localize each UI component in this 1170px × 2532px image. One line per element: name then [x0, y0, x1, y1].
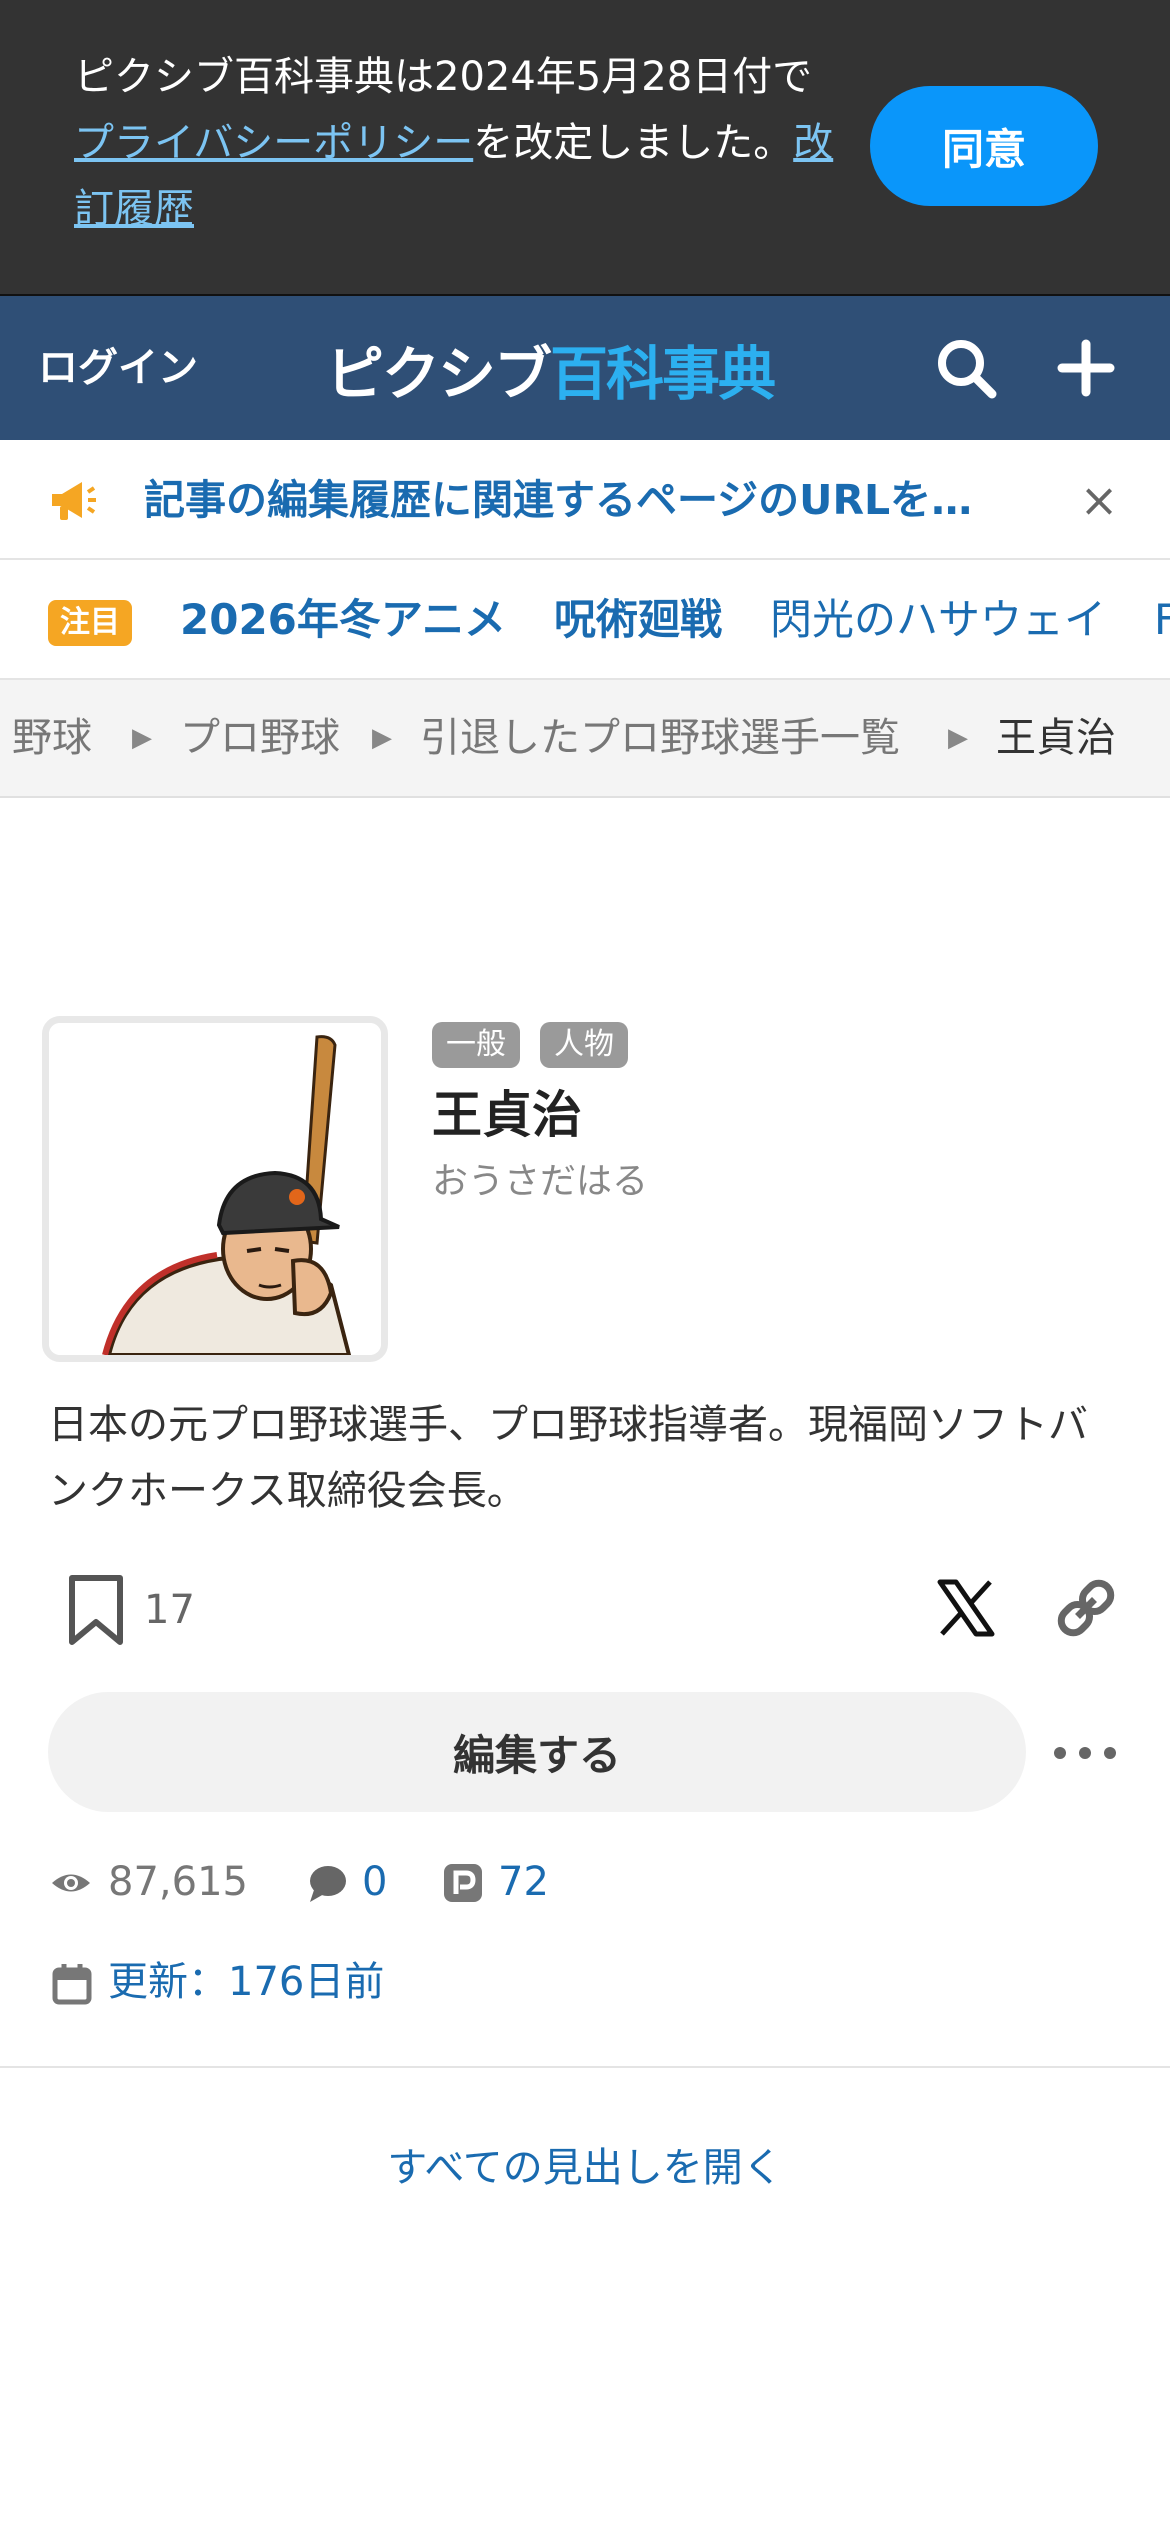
consent-banner: ピクシブ百科事典は2024年5月28日付でプライバシーポリシーを改定しました。改…: [0, 0, 1170, 294]
trending-item[interactable]: 呪術廻戦: [554, 590, 722, 650]
trending-bar: 注目 2026年冬アニメ 呪術廻戦 閃光のハサウェイ F: [0, 560, 1170, 680]
bookmark-icon[interactable]: [66, 1574, 126, 1646]
notice-bar: 記事の編集履歴に関連するページのURLを… ×: [0, 440, 1170, 560]
pixiv-works-count[interactable]: 72: [498, 1852, 549, 1912]
agree-button[interactable]: 同意: [870, 86, 1098, 206]
more-options-icon[interactable]: [1050, 1720, 1120, 1786]
bookmark-count: 17: [144, 1587, 195, 1633]
site-header: ログイン ピクシブ 百科事典: [0, 296, 1170, 440]
expand-all-headings-link[interactable]: すべての見出しを開く: [0, 2138, 1170, 2198]
trending-item[interactable]: F: [1154, 590, 1170, 650]
link-icon[interactable]: [1052, 1574, 1120, 1642]
consent-message: ピクシブ百科事典は2024年5月28日付でプライバシーポリシーを改定しました。改…: [74, 44, 834, 242]
consent-text-middle: を改定しました。: [473, 120, 794, 166]
page-title: 王貞治: [432, 1086, 582, 1144]
breadcrumb-item[interactable]: 引退したプロ野球選手一覧: [420, 708, 900, 768]
edit-button[interactable]: 編集する: [48, 1692, 1026, 1812]
consent-text-before: ピクシブ百科事典は2024年5月28日付で: [74, 54, 813, 100]
breadcrumb-item[interactable]: 野球: [12, 708, 92, 768]
logo-part-pixiv: ピクシブ: [326, 340, 552, 408]
logo-part-encyclopedia: 百科事典: [550, 340, 776, 408]
chevron-right-icon: ▶: [948, 723, 968, 753]
trending-item[interactable]: 2026年冬アニメ: [180, 590, 506, 650]
chevron-right-icon: ▶: [372, 723, 392, 753]
category-tag[interactable]: 一般: [432, 1022, 520, 1068]
calendar-icon: [52, 1962, 92, 2006]
close-icon[interactable]: ×: [1074, 470, 1124, 530]
updated-link[interactable]: 更新：176日前: [108, 1952, 384, 2012]
eye-icon: [50, 1862, 92, 1904]
megaphone-icon: [46, 474, 98, 526]
section-divider: [0, 2066, 1170, 2068]
x-share-icon[interactable]: [934, 1576, 998, 1640]
login-link[interactable]: ログイン: [38, 338, 198, 398]
breadcrumb: 野球 ▶ プロ野球 ▶ 引退したプロ野球選手一覧 ▶ 王貞治: [0, 680, 1170, 798]
trending-badge: 注目: [48, 600, 132, 646]
site-logo[interactable]: ピクシブ 百科事典: [326, 334, 776, 408]
search-icon[interactable]: [930, 332, 1002, 404]
plus-icon[interactable]: [1050, 332, 1122, 404]
article-summary: 日本の元プロ野球選手、プロ野球指導者。現福岡ソフトバンクホークス取締役会長。: [48, 1402, 1088, 1514]
comment-count[interactable]: 0: [362, 1852, 387, 1912]
article-thumbnail[interactable]: [42, 1016, 388, 1362]
privacy-policy-link[interactable]: プライバシーポリシー: [74, 120, 473, 166]
pixiv-works-icon[interactable]: [442, 1862, 484, 1904]
category-tag[interactable]: 人物: [540, 1022, 628, 1068]
chevron-right-icon: ▶: [132, 723, 152, 753]
trending-item[interactable]: 閃光のハサウェイ: [770, 590, 1106, 650]
breadcrumb-current: 王貞治: [996, 715, 1116, 761]
breadcrumb-item[interactable]: プロ野球: [180, 708, 340, 768]
notice-link[interactable]: 記事の編集履歴に関連するページのURLを…: [144, 470, 1014, 530]
comment-icon[interactable]: [306, 1862, 348, 1904]
view-count: 87,615: [108, 1859, 248, 1905]
title-reading: おうさだはる: [432, 1161, 649, 1202]
